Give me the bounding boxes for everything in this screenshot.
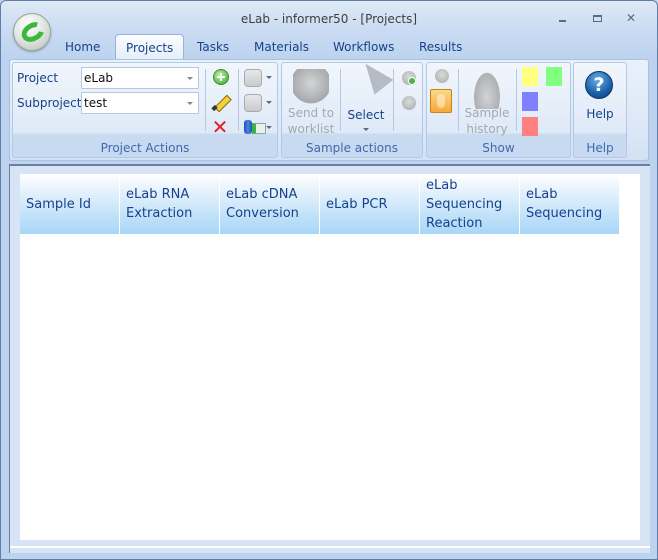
chevron-down-icon: [266, 126, 272, 129]
red-color-swatch[interactable]: [522, 117, 538, 136]
group-label: Show: [482, 141, 515, 155]
ribbon: Project eLab Subproject test ✕ Project A…: [9, 59, 649, 161]
sample-history-icon: [472, 69, 502, 109]
subproject-value: test: [84, 96, 108, 110]
chevron-down-icon: [363, 128, 369, 131]
project-label: Project: [17, 71, 59, 85]
subproject-combo[interactable]: test: [81, 92, 199, 114]
minimize-button[interactable]: [551, 9, 575, 27]
separator: [516, 69, 517, 131]
cursor-arrow-icon: [352, 71, 386, 111]
add-sample-icon[interactable]: [402, 71, 416, 85]
help-label: Help: [586, 107, 614, 121]
select-button[interactable]: Select: [342, 65, 390, 135]
group-sample-actions: Send to worklist Select Sample actions: [281, 62, 423, 158]
sample-history-line2: history: [466, 122, 508, 136]
group-help: ? Help Help: [573, 62, 627, 158]
column-header-sample-id[interactable]: Sample Id: [20, 174, 120, 234]
blue-color-swatch[interactable]: [522, 92, 538, 111]
document-icon[interactable]: [244, 69, 262, 87]
separator: [393, 69, 394, 131]
database-export-icon[interactable]: [244, 119, 266, 135]
remove-sample-icon[interactable]: [402, 96, 416, 110]
green-color-swatch[interactable]: [546, 67, 562, 86]
app-menu-orb[interactable]: [13, 13, 51, 51]
sample-history-line1: Sample: [464, 106, 510, 120]
divider: [10, 546, 650, 548]
chevron-down-icon: [266, 101, 272, 104]
grid-header: Sample Id eLab RNA Extraction eLab cDNA …: [20, 174, 620, 234]
projects-panel: Sample Id eLab RNA Extraction eLab cDNA …: [9, 164, 650, 553]
close-icon: ✕: [625, 11, 637, 25]
samples-grid: Sample Id eLab RNA Extraction eLab cDNA …: [20, 174, 640, 540]
yellow-color-swatch[interactable]: [522, 67, 538, 86]
tab-materials[interactable]: Materials: [244, 34, 319, 60]
title-bar: eLab - informer50 - [Projects] ✕: [1, 1, 657, 35]
plus-badge-icon: [408, 77, 416, 85]
thumb-icon[interactable]: [435, 69, 449, 83]
tab-results[interactable]: Results: [409, 34, 472, 60]
ribbon-tabs: Home Projects Tasks Materials Workflows …: [1, 34, 657, 60]
document-icon[interactable]: [244, 94, 262, 112]
delete-icon[interactable]: ✕: [211, 117, 229, 137]
column-header-pcr[interactable]: eLab PCR: [320, 174, 420, 234]
highlight-toggle-icon[interactable]: [430, 89, 452, 113]
chevron-down-icon: [187, 102, 193, 105]
column-header-sequencing-reaction[interactable]: eLab Sequencing Reaction: [420, 174, 520, 234]
separator: [238, 69, 239, 131]
column-header-cdna-conversion[interactable]: eLab cDNA Conversion: [220, 174, 320, 234]
separator: [458, 69, 459, 131]
group-show: Sample history Show: [426, 62, 571, 158]
close-button[interactable]: ✕: [619, 9, 643, 27]
chevron-down-icon: [187, 77, 193, 80]
tab-workflows[interactable]: Workflows: [323, 34, 404, 60]
column-header-rna-extraction[interactable]: eLab RNA Extraction: [120, 174, 220, 234]
group-label: Sample actions: [306, 141, 398, 155]
help-question-icon: ?: [585, 71, 613, 99]
separator: [205, 69, 206, 131]
subproject-label: Subproject: [17, 96, 82, 110]
minimize-icon: [559, 20, 566, 22]
maximize-button[interactable]: [586, 9, 610, 27]
send-to-label-line1: Send to: [287, 106, 335, 120]
group-project-actions: Project eLab Subproject test ✕ Project A…: [12, 62, 278, 158]
add-project-icon[interactable]: [213, 69, 229, 85]
select-label: Select: [347, 108, 385, 122]
tab-home[interactable]: Home: [55, 34, 110, 60]
app-window: eLab - informer50 - [Projects] ✕ Home Pr…: [0, 0, 658, 560]
help-button[interactable]: ? Help: [574, 65, 626, 135]
send-to-label-line2: worklist: [287, 122, 335, 136]
project-combo[interactable]: eLab: [81, 67, 199, 89]
tab-projects[interactable]: Projects: [115, 34, 185, 60]
worklist-icon: [293, 69, 329, 105]
chevron-down-icon: [266, 76, 272, 79]
elab-logo-icon: [18, 18, 48, 46]
group-label: Project Actions: [100, 141, 190, 155]
edit-pencil-icon[interactable]: [212, 93, 230, 111]
send-to-worklist-button[interactable]: Send to worklist: [284, 65, 338, 136]
tab-tasks[interactable]: Tasks: [187, 34, 239, 60]
group-label: Help: [586, 141, 614, 155]
sample-history-button[interactable]: Sample history: [461, 65, 513, 136]
column-header-sequencing[interactable]: eLab Sequencing: [520, 174, 620, 234]
maximize-icon: [593, 15, 602, 22]
project-value: eLab: [84, 71, 114, 85]
separator: [340, 69, 341, 131]
